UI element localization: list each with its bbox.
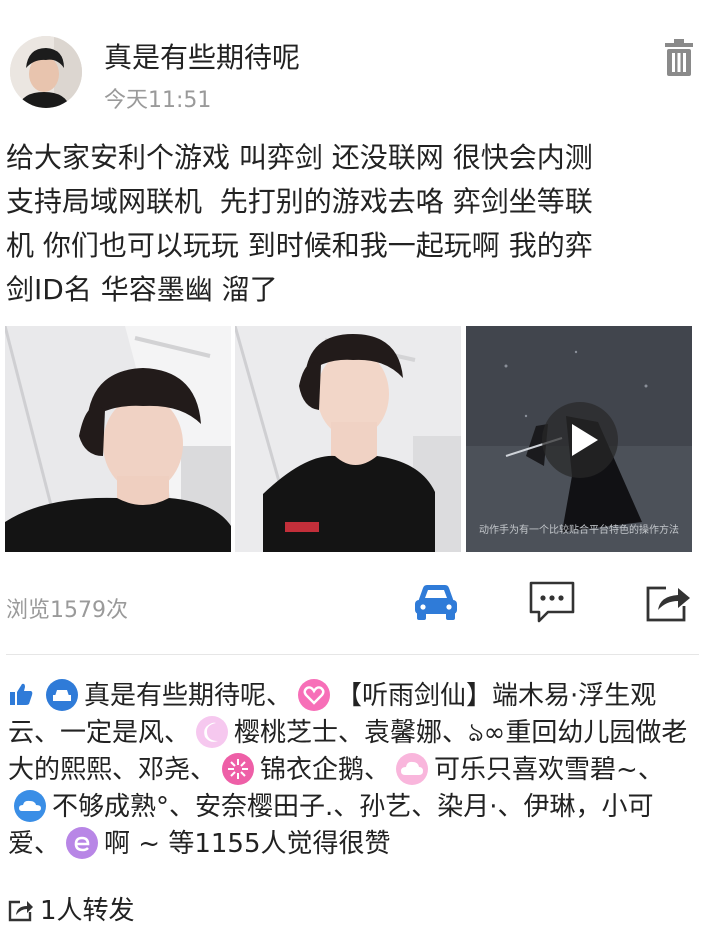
cloud-blue-badge-icon: [14, 789, 46, 822]
photo-thumbnail-1[interactable]: [5, 326, 231, 552]
post-text: 给大家安利个游戏 叫弈剑 还没联网 很快会内测 支持局域网联机 先打别的游戏去咯…: [6, 141, 593, 306]
liker-name[interactable]: 樱桃芝士、袁馨娜、: [234, 718, 468, 748]
comment-icon: [529, 581, 575, 623]
heart-badge-icon: [298, 678, 331, 711]
post-detail: 真是有些期待呢 今天11:51 给大家安利个游戏 叫弈剑 还没联网 很快会内测 …: [0, 0, 705, 940]
cloud-badge-icon: [396, 752, 429, 785]
post-header: 真是有些期待呢 今天11:51: [0, 0, 705, 120]
repost-icon: [8, 900, 33, 921]
video-caption: 动作手为有一个比较贴合平台特色的操作方法: [479, 525, 679, 536]
repost-label: 1人转发: [40, 896, 135, 926]
avatar[interactable]: [10, 36, 82, 108]
like-button[interactable]: [412, 580, 460, 624]
trash-icon: [665, 39, 693, 76]
video-play-button[interactable]: [542, 402, 618, 478]
view-count: 浏览1579次: [6, 598, 128, 623]
likes-list: 真是有些期待呢、 【听雨剑仙】端木易·浮生观云、一定是风、 樱桃芝士、袁馨娜、ঌ∞重…: [8, 678, 698, 863]
car-icon: [415, 585, 457, 620]
author-name[interactable]: 真是有些期待呢: [104, 36, 300, 76]
letter-e-badge-icon: [66, 826, 99, 859]
divider: [6, 654, 699, 655]
delete-button[interactable]: [662, 38, 696, 78]
moon-badge-icon: [196, 715, 229, 748]
car-badge-icon: [46, 678, 78, 711]
repost-count[interactable]: 1人转发: [8, 890, 135, 927]
video-thumbnail[interactable]: 动作手为有一个比较贴合平台特色的操作方法: [466, 326, 692, 552]
photo-thumbnail-2[interactable]: [235, 326, 461, 552]
liker-name[interactable]: 啊 ~ 等1155人觉得很赞: [104, 829, 390, 859]
share-icon: [646, 586, 690, 622]
firework-badge-icon: [222, 752, 255, 785]
comment-button[interactable]: [528, 580, 576, 624]
play-icon: [572, 424, 598, 456]
liker-name[interactable]: 锦衣企鹅、: [260, 755, 390, 785]
post-time: 今天11:51: [104, 88, 212, 113]
liker-name[interactable]: 可乐只喜欢雪碧~、: [434, 755, 664, 785]
liker-name[interactable]: 真是有些期待呢、: [84, 681, 292, 711]
thumbs-up-icon: [10, 683, 33, 705]
share-button[interactable]: [644, 580, 692, 624]
